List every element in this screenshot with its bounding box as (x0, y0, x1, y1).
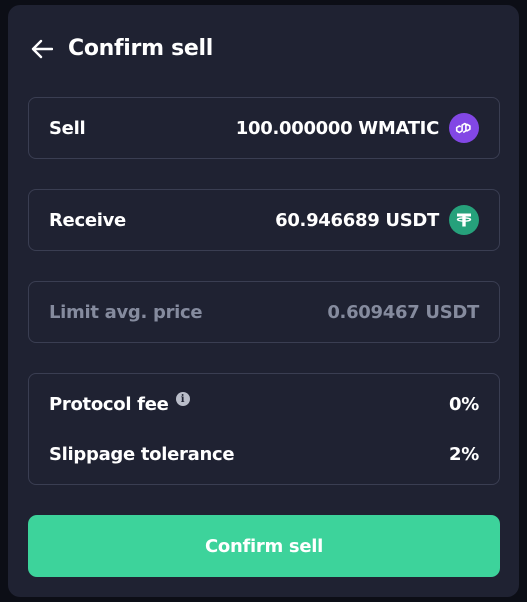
tether-usdt-icon (449, 205, 479, 235)
slippage-label: Slippage tolerance (49, 443, 235, 465)
receive-amount-group: 60.946689 USDT (275, 205, 479, 235)
receive-amount: 60.946689 USDT (275, 209, 439, 231)
fees-box: Protocol fee i 0% Slippage tolerance 2% (28, 373, 500, 485)
slippage-row: Slippage tolerance 2% (29, 439, 499, 469)
protocol-fee-value: 0% (449, 393, 479, 415)
polygon-matic-icon (449, 113, 479, 143)
receive-label: Receive (49, 209, 126, 231)
confirm-sell-card: Confirm sell Sell 100.000000 WMATIC Rece… (8, 5, 519, 597)
sell-box: Sell 100.000000 WMATIC (28, 97, 500, 159)
limit-value: 0.609467 USDT (327, 301, 479, 323)
confirm-sell-button[interactable]: Confirm sell (28, 515, 500, 577)
sell-amount-group: 100.000000 WMATIC (236, 113, 479, 143)
info-icon[interactable]: i (175, 392, 190, 406)
protocol-fee-row: Protocol fee i 0% (29, 389, 499, 419)
arrow-left-icon (31, 39, 53, 58)
slippage-value: 2% (449, 443, 479, 465)
back-button[interactable] (30, 37, 54, 61)
sell-amount: 100.000000 WMATIC (235, 117, 440, 139)
header: Confirm sell (30, 36, 213, 61)
receive-box: Receive 60.946689 USDT (28, 189, 500, 251)
limit-label: Limit avg. price (49, 301, 203, 323)
limit-price-box: Limit avg. price 0.609467 USDT (28, 281, 500, 343)
page-title: Confirm sell (68, 36, 213, 61)
protocol-fee-label: Protocol fee (49, 393, 169, 415)
protocol-fee-label-group: Protocol fee i (49, 392, 190, 415)
sell-label: Sell (49, 117, 86, 139)
